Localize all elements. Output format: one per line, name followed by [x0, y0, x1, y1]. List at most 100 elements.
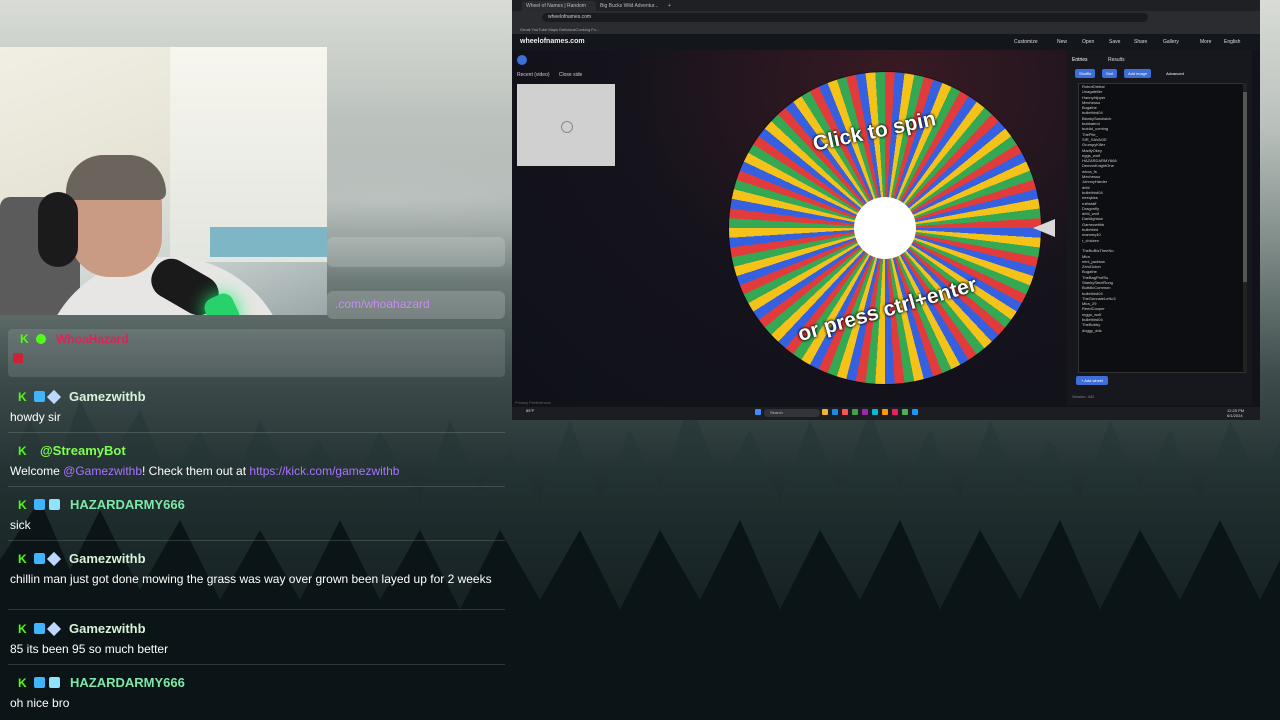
sort-button[interactable]: Sort	[1102, 69, 1118, 78]
taskbar-app-icon[interactable]	[862, 409, 868, 415]
nav-open[interactable]: Open	[1082, 39, 1094, 45]
subscriber-badge-icon	[34, 677, 45, 688]
streamer-name: WhoaHazard	[56, 332, 129, 346]
gift-badge-icon	[46, 551, 62, 566]
chat-divider	[8, 432, 505, 433]
close-side-text[interactable]: Close side	[559, 72, 582, 78]
kick-badge-icon: K	[20, 332, 29, 346]
shelf	[210, 227, 327, 257]
kick-badge-icon: K	[18, 621, 27, 636]
chat-message-header: K Gamezwithb	[18, 551, 146, 566]
overlay-bar	[327, 237, 505, 267]
recent-label: Recent (video) Close side	[517, 72, 582, 78]
add-image-button[interactable]: Add image	[1124, 69, 1152, 78]
social-handle: .com/whoahazard	[335, 297, 430, 311]
headphones	[38, 192, 78, 267]
gift-badge-icon	[49, 677, 60, 688]
taskbar-weather[interactable]: 85°F	[526, 408, 535, 413]
taskbar-app-icon[interactable]	[902, 409, 908, 415]
taskbar-app-icon[interactable]	[872, 409, 878, 415]
subscriber-badge-icon	[34, 499, 45, 510]
webcam-feed	[0, 47, 327, 315]
taskbar-search[interactable]: Search	[764, 409, 820, 417]
nav-save[interactable]: Save	[1109, 39, 1120, 45]
edit-pencil-icon[interactable]	[517, 55, 527, 65]
taskbar-app-icon[interactable]	[822, 409, 828, 415]
advanced-checkbox[interactable]: Advanced	[1162, 69, 1188, 78]
wheel-hub[interactable]	[854, 197, 916, 259]
chat-message-header: K Gamezwithb	[18, 621, 146, 636]
streamer-name-row: K WhoaHazard	[20, 332, 129, 346]
nav-customize[interactable]: Customize	[1014, 39, 1038, 45]
subscriber-badge-icon	[34, 391, 45, 402]
chat-message-text: oh nice bro	[10, 696, 70, 710]
chat-mention[interactable]: @Gamezwithb	[63, 464, 142, 478]
new-tab-button[interactable]: +	[664, 1, 678, 11]
address-bar[interactable]: wheelofnames.com	[542, 13, 1148, 22]
chat-username[interactable]: @StreamyBot	[40, 443, 126, 458]
nav-language[interactable]: English	[1224, 39, 1240, 45]
chat-username[interactable]: HAZARDARMY666	[70, 497, 185, 512]
entries-scroll-thumb[interactable]	[1243, 92, 1247, 282]
version-label: Version: 442	[1072, 394, 1095, 399]
bookmarks-bar[interactable]: Gmail YouTube Maps DeliciousCooking Fu..…	[512, 25, 1260, 34]
taskbar-date: 6/1/2024	[1227, 413, 1243, 418]
site-brand[interactable]: wheelofnames.com	[520, 38, 585, 45]
browser-tab[interactable]: Wheel of Names | Random name...	[522, 1, 596, 19]
browser-tab[interactable]: Big Bucks Wild Adventur...	[596, 1, 666, 11]
shuffle-button[interactable]: Shuffle	[1075, 69, 1096, 78]
taskbar-app-icon[interactable]	[882, 409, 888, 415]
gift-badge-icon	[46, 389, 62, 404]
recent-text: Recent (video)	[517, 72, 550, 78]
subscriber-badge-icon	[34, 553, 45, 564]
windows-start-icon[interactable]	[755, 409, 761, 415]
nav-share[interactable]: Share	[1134, 39, 1147, 45]
chat-message-text: howdy sir	[10, 410, 61, 424]
chat-text-part: Welcome	[10, 464, 64, 478]
chat-message-text: 85 its been 95 so much better	[10, 642, 169, 656]
taskbar-app-icon[interactable]	[832, 409, 838, 415]
tab-entries[interactable]: Entries	[1072, 57, 1088, 63]
gift-badge-icon	[49, 499, 60, 510]
streamer-hair	[66, 155, 166, 200]
chat-text-part: ! Check them out at	[142, 464, 250, 478]
chat-message-header: K @StreamyBot	[18, 443, 126, 458]
taskbar-app-icon[interactable]	[842, 409, 848, 415]
nav-new[interactable]: New	[1057, 39, 1067, 45]
kick-badge-icon: K	[18, 497, 27, 512]
privacy-link[interactable]: Privacy Preferences	[515, 400, 551, 405]
chat-message-text: sick	[10, 518, 31, 532]
chat-divider	[8, 486, 505, 487]
chat-username[interactable]: Gamezwithb	[69, 621, 146, 636]
chat-divider	[8, 664, 505, 665]
taskbar-clock[interactable]: 12:25 PM 6/1/2024	[1227, 408, 1244, 418]
nav-more[interactable]: More	[1200, 39, 1211, 45]
chat-username[interactable]: Gamezwithb	[69, 551, 146, 566]
chat-divider	[8, 540, 505, 541]
taskbar-app-icon[interactable]	[892, 409, 898, 415]
bot-avatar-icon	[13, 353, 23, 363]
wheel-pointer	[1033, 219, 1055, 237]
chat-divider	[8, 609, 505, 610]
nav-gallery[interactable]: Gallery	[1163, 39, 1179, 45]
kick-badge-icon: K	[18, 443, 27, 458]
app-header	[512, 34, 1260, 50]
entries-list: RobotOrbital Unagafeller HannyHipper Meches…	[1078, 84, 1238, 370]
tab-results[interactable]: Results	[1108, 57, 1125, 63]
verified-badge-icon	[36, 334, 46, 344]
social-handle-bar: .com/whoahazard	[327, 291, 505, 319]
taskbar-app-icon[interactable]	[912, 409, 918, 415]
taskbar-app-icon[interactable]	[852, 409, 858, 415]
chat-username[interactable]: Gamezwithb	[69, 389, 146, 404]
chat-link[interactable]: https://kick.com/gamezwithb	[249, 464, 399, 478]
chat-message-header: K HAZARDARMY666	[18, 675, 185, 690]
gift-badge-icon	[46, 621, 62, 636]
kick-badge-icon: K	[18, 389, 27, 404]
chat-username[interactable]: HAZARDARMY666	[70, 675, 185, 690]
chat-message-text: chillin man just got done mowing the gra…	[10, 572, 492, 586]
play-icon[interactable]	[561, 121, 573, 133]
entry-line[interactable]: doggy_dds	[1078, 328, 1238, 333]
add-wheel-button[interactable]: + Add wheel	[1076, 376, 1108, 385]
chat-message-text: Welcome @Gamezwithb! Check them out at h…	[10, 464, 399, 478]
kick-badge-icon: K	[18, 675, 27, 690]
